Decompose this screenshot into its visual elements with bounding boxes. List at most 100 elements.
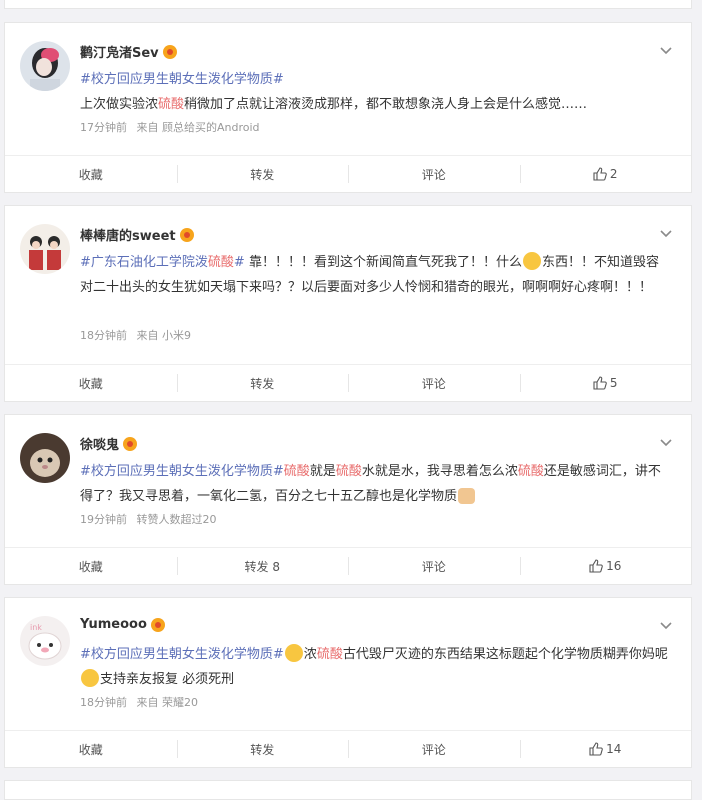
repost-button[interactable]: 转发 bbox=[176, 731, 349, 767]
content-text: 水就是水，我寻思着怎么浓 bbox=[361, 464, 518, 479]
post-source: 来自 荣耀20 bbox=[136, 696, 199, 709]
action-bar: 收藏 转发 评论 5 bbox=[5, 364, 691, 401]
vip-crown-icon bbox=[162, 44, 177, 59]
keyword-highlight: 硫酸 bbox=[316, 647, 343, 662]
comment-button[interactable]: 评论 bbox=[348, 365, 520, 401]
keyword-highlight: 硫酸 bbox=[158, 97, 185, 112]
repost-button[interactable]: 转发 bbox=[176, 365, 349, 401]
chevron-down-icon[interactable] bbox=[659, 618, 673, 632]
weibo-comment-card: 鹳汀凫渚Sev #校方回应男生朝女生泼化学物质# 上次做实验浓硫酸稍微加了点就让溶… bbox=[4, 22, 692, 193]
action-bar: 收藏 转发 8 评论 16 bbox=[5, 547, 691, 584]
hashtag-link[interactable]: #校方回应男生朝女生泼化学物质# bbox=[80, 72, 284, 87]
like-button[interactable]: 5 bbox=[519, 365, 692, 401]
post-source: 转赞人数超过20 bbox=[136, 513, 217, 526]
favorite-label: 收藏 bbox=[78, 376, 103, 391]
content-text: 浓 bbox=[303, 647, 317, 662]
hashtag-link[interactable]: # bbox=[234, 255, 245, 270]
content-text: 支持亲友报复 必须死刑 bbox=[100, 672, 235, 687]
post-meta: 19分钟前 转赞人数超过20 bbox=[80, 511, 217, 527]
next-card-stub bbox=[4, 780, 692, 800]
emoji-icon bbox=[81, 669, 99, 687]
content-text: 上次做实验浓 bbox=[80, 97, 159, 112]
content-text: 就是 bbox=[309, 464, 336, 479]
like-count: 5 bbox=[609, 376, 618, 390]
vip-crown-icon bbox=[123, 436, 138, 451]
like-count: 16 bbox=[606, 559, 622, 573]
like-button[interactable]: 16 bbox=[519, 548, 692, 584]
vip-crown-icon bbox=[150, 617, 165, 632]
like-button[interactable]: 2 bbox=[519, 156, 692, 192]
comment-label: 评论 bbox=[421, 376, 446, 391]
emoji-icon bbox=[522, 252, 541, 270]
comment-label: 评论 bbox=[421, 742, 446, 757]
thumbs-up-emoji-icon bbox=[458, 488, 476, 504]
post-content: #校方回应男生朝女生泼化学物质#硫酸就是硫酸水就是水，我寻思着怎么浓硫酸还是敏感… bbox=[80, 459, 669, 509]
comment-label: 评论 bbox=[421, 559, 446, 574]
avatar[interactable] bbox=[20, 41, 70, 91]
hashtag-link[interactable]: #校方回应男生朝女生泼化学物质# bbox=[80, 647, 284, 662]
comment-button[interactable]: 评论 bbox=[348, 156, 520, 192]
thumbs-up-icon bbox=[589, 559, 603, 573]
favorite-label: 收藏 bbox=[78, 167, 103, 182]
post-meta: 17分钟前 来自 顾总给买的Android bbox=[80, 119, 260, 135]
repost-label: 转发 bbox=[250, 742, 275, 757]
comment-button[interactable]: 评论 bbox=[348, 548, 520, 584]
repost-button[interactable]: 转发 8 bbox=[176, 548, 349, 584]
post-content: #校方回应男生朝女生泼化学物质# 浓硫酸古代毁尸灭迹的东西结果这标题起个化学物质糊… bbox=[80, 642, 669, 692]
comment-button[interactable]: 评论 bbox=[348, 731, 520, 767]
repost-button[interactable]: 转发 bbox=[176, 156, 349, 192]
favorite-label: 收藏 bbox=[78, 742, 103, 757]
chevron-down-icon[interactable] bbox=[659, 226, 673, 240]
post-source: 来自 顾总给买的Android bbox=[136, 121, 260, 134]
post-source: 来自 小米9 bbox=[136, 329, 192, 342]
weibo-comment-card: 徐啖鬼 #校方回应男生朝女生泼化学物质#硫酸就是硫酸水就是水，我寻思着怎么浓硫酸… bbox=[4, 414, 692, 585]
action-bar: 收藏 转发 评论 2 bbox=[5, 155, 691, 192]
username[interactable]: 鹳汀凫渚Sev bbox=[80, 42, 159, 61]
thumbs-up-icon bbox=[589, 742, 603, 756]
favorite-button[interactable]: 收藏 bbox=[5, 156, 177, 192]
vip-crown-icon bbox=[179, 227, 194, 242]
hashtag-link[interactable]: #广东石油化工学院泼 bbox=[80, 255, 208, 270]
favorite-button[interactable]: 收藏 bbox=[5, 365, 177, 401]
post-time[interactable]: 18分钟前 bbox=[80, 329, 127, 342]
content-text: 靠！！！！看到这个新闻简直气死我了！！什么 bbox=[244, 255, 522, 270]
avatar[interactable] bbox=[20, 224, 70, 274]
like-button[interactable]: 14 bbox=[519, 731, 692, 767]
post-time[interactable]: 18分钟前 bbox=[80, 696, 127, 709]
post-time[interactable]: 19分钟前 bbox=[80, 513, 127, 526]
chevron-down-icon[interactable] bbox=[659, 435, 673, 449]
like-count: 14 bbox=[606, 742, 622, 756]
content-text: 稍微加了点就让溶液烫成那样，都不敢想象浇人身上会是什么感觉…… bbox=[184, 97, 588, 112]
post-meta: 18分钟前 来自 小米9 bbox=[80, 327, 191, 343]
post-meta: 18分钟前 来自 荣耀20 bbox=[80, 694, 198, 710]
content-text: 古代毁尸灭迹的东西结果这标题起个化学物质糊弄你妈呢 bbox=[342, 647, 668, 662]
thumbs-up-icon bbox=[593, 376, 607, 390]
favorite-button[interactable]: 收藏 bbox=[5, 548, 177, 584]
repost-label: 转发 8 bbox=[244, 559, 280, 574]
favorite-label: 收藏 bbox=[78, 559, 103, 574]
chevron-down-icon[interactable] bbox=[659, 43, 673, 57]
post-time[interactable]: 17分钟前 bbox=[80, 121, 127, 134]
thumbs-up-icon bbox=[593, 167, 607, 181]
username[interactable]: 徐啖鬼 bbox=[80, 434, 119, 453]
previous-card-stub bbox=[4, 0, 692, 9]
avatar[interactable] bbox=[20, 433, 70, 483]
repost-label: 转发 bbox=[250, 167, 275, 182]
like-count: 2 bbox=[609, 167, 618, 181]
username[interactable]: 棒棒唐的sweet bbox=[80, 225, 176, 244]
avatar[interactable]: ink bbox=[20, 616, 70, 666]
comment-label: 评论 bbox=[421, 167, 446, 182]
emoji-icon bbox=[284, 644, 303, 662]
hashtag-link[interactable]: #校方回应男生朝女生泼化学物质# bbox=[80, 464, 284, 479]
action-bar: 收藏 转发 评论 14 bbox=[5, 730, 691, 767]
post-content: #校方回应男生朝女生泼化学物质# 上次做实验浓硫酸稍微加了点就让溶液烫成那样，都不… bbox=[80, 67, 669, 117]
username[interactable]: Yumeooo bbox=[80, 617, 147, 632]
keyword-highlight: 硫酸 bbox=[283, 464, 310, 479]
keyword-highlight: 硫酸 bbox=[335, 464, 362, 479]
svg-text:ink: ink bbox=[30, 623, 42, 632]
keyword-highlight: 硫酸 bbox=[207, 255, 234, 270]
post-content: #广东石油化工学院泼硫酸# 靠！！！！看到这个新闻简直气死我了！！什么 东西！！不… bbox=[80, 250, 669, 300]
favorite-button[interactable]: 收藏 bbox=[5, 731, 177, 767]
repost-label: 转发 bbox=[250, 376, 275, 391]
keyword-highlight: 硫酸 bbox=[517, 464, 544, 479]
